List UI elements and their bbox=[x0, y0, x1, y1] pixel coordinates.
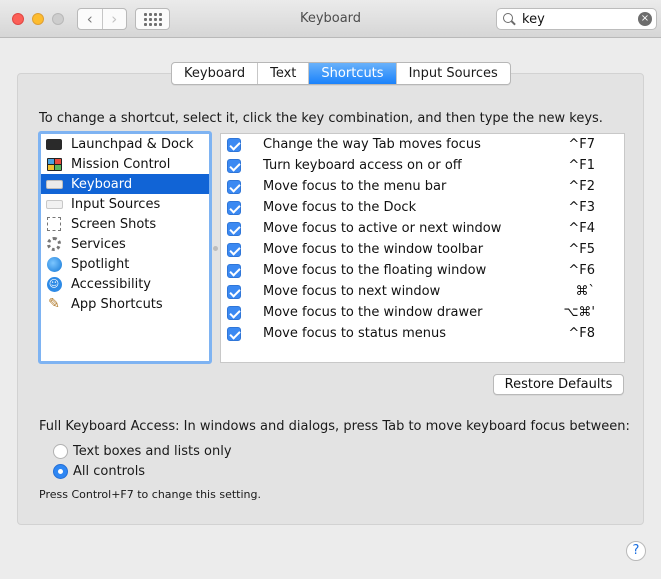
tab-bar: Keyboard Text Shortcuts Input Sources bbox=[171, 62, 511, 85]
category-label: Screen Shots bbox=[71, 216, 157, 232]
mission-control-icon bbox=[45, 157, 63, 172]
category-input-sources[interactable]: Input Sources bbox=[41, 194, 209, 214]
shortcut-row[interactable]: Move focus to next window ⌘` bbox=[221, 281, 624, 302]
shortcut-key[interactable]: ^F3 bbox=[568, 200, 595, 215]
shortcut-label: Move focus to the menu bar bbox=[263, 179, 447, 194]
category-label: App Shortcuts bbox=[71, 296, 163, 312]
radio-label: All controls bbox=[73, 464, 146, 479]
full-keyboard-access-label: Full Keyboard Access: In windows and dia… bbox=[39, 419, 630, 434]
shortcut-list[interactable]: Change the way Tab moves focus ^F7 Turn … bbox=[220, 133, 625, 363]
category-keyboard[interactable]: Keyboard bbox=[41, 174, 209, 194]
shortcut-key[interactable]: ^F7 bbox=[568, 137, 595, 152]
shortcut-row[interactable]: Move focus to the Dock ^F3 bbox=[221, 197, 624, 218]
category-list[interactable]: Launchpad & Dock Mission Control Keyboar… bbox=[38, 131, 212, 364]
radio-label: Text boxes and lists only bbox=[73, 444, 232, 459]
shortcut-row[interactable]: Turn keyboard access on or off ^F1 bbox=[221, 155, 624, 176]
shortcut-checkbox[interactable] bbox=[227, 200, 241, 215]
clear-search-icon[interactable]: × bbox=[638, 12, 652, 26]
shortcut-row[interactable]: Move focus to the menu bar ^F2 bbox=[221, 176, 624, 197]
accessibility-icon: ☺ bbox=[45, 276, 63, 292]
shortcut-label: Move focus to the Dock bbox=[263, 200, 417, 215]
category-label: Input Sources bbox=[71, 196, 161, 212]
category-launchpad-dock[interactable]: Launchpad & Dock bbox=[41, 134, 209, 154]
shortcut-key[interactable]: ^F2 bbox=[568, 179, 595, 194]
shortcut-key[interactable]: ⌘` bbox=[576, 284, 596, 299]
tab-keyboard[interactable]: Keyboard bbox=[172, 63, 257, 84]
shortcut-checkbox[interactable] bbox=[227, 158, 241, 173]
category-label: Launchpad & Dock bbox=[71, 136, 194, 152]
shortcut-key[interactable]: ⌥⌘' bbox=[563, 305, 595, 320]
radio-button[interactable] bbox=[53, 464, 68, 479]
category-label: Services bbox=[71, 236, 126, 252]
shortcut-row[interactable]: Change the way Tab moves focus ^F7 bbox=[221, 134, 624, 155]
shortcut-row[interactable]: Move focus to the window drawer ⌥⌘' bbox=[221, 302, 624, 323]
shortcut-key[interactable]: ^F5 bbox=[568, 242, 595, 257]
shortcut-label: Change the way Tab moves focus bbox=[263, 137, 481, 152]
category-screen-shots[interactable]: Screen Shots bbox=[41, 214, 209, 234]
keyboard-icon bbox=[45, 177, 63, 192]
search-field[interactable]: × bbox=[496, 8, 657, 30]
tab-text[interactable]: Text bbox=[257, 63, 308, 84]
shortcut-checkbox[interactable] bbox=[227, 137, 241, 152]
launchpad-icon bbox=[45, 137, 63, 152]
radio-button[interactable] bbox=[53, 444, 68, 459]
help-button[interactable]: ? bbox=[626, 541, 646, 561]
radio-text-boxes-only[interactable]: Text boxes and lists only bbox=[53, 444, 232, 459]
category-spotlight[interactable]: Spotlight bbox=[41, 254, 209, 274]
shortcut-key[interactable]: ^F6 bbox=[568, 263, 595, 278]
split-view-handle[interactable] bbox=[213, 246, 218, 251]
shortcut-key[interactable]: ^F4 bbox=[568, 221, 595, 236]
category-accessibility[interactable]: ☺ Accessibility bbox=[41, 274, 209, 294]
shortcut-label: Move focus to the window toolbar bbox=[263, 242, 484, 257]
category-label: Accessibility bbox=[71, 276, 151, 292]
title-bar: ‹ › Keyboard × bbox=[0, 0, 661, 38]
instruction-text: To change a shortcut, select it, click t… bbox=[39, 111, 603, 126]
search-icon bbox=[503, 12, 516, 26]
shortcut-checkbox[interactable] bbox=[227, 221, 241, 236]
shortcut-label: Move focus to the floating window bbox=[263, 263, 487, 278]
shortcut-row[interactable]: Move focus to the floating window ^F6 bbox=[221, 260, 624, 281]
services-gear-icon bbox=[45, 237, 63, 252]
shortcut-label: Move focus to status menus bbox=[263, 326, 446, 341]
tab-input-sources[interactable]: Input Sources bbox=[395, 63, 510, 84]
shortcut-label: Move focus to next window bbox=[263, 284, 441, 299]
keyboard-access-hint: Press Control+F7 to change this setting. bbox=[39, 488, 261, 501]
screenshot-icon bbox=[45, 217, 63, 232]
shortcut-label: Move focus to active or next window bbox=[263, 221, 502, 236]
category-label: Mission Control bbox=[71, 156, 171, 172]
category-services[interactable]: Services bbox=[41, 234, 209, 254]
app-shortcuts-icon: ✎ bbox=[48, 295, 60, 312]
shortcut-checkbox[interactable] bbox=[227, 305, 241, 320]
category-label: Spotlight bbox=[71, 256, 130, 272]
category-app-shortcuts[interactable]: ✎ App Shortcuts bbox=[41, 294, 209, 314]
shortcut-checkbox[interactable] bbox=[227, 263, 241, 278]
restore-defaults-button[interactable]: Restore Defaults bbox=[493, 374, 624, 395]
category-label: Keyboard bbox=[71, 176, 133, 192]
shortcut-key[interactable]: ^F1 bbox=[568, 158, 595, 173]
search-input[interactable] bbox=[522, 11, 638, 27]
radio-all-controls[interactable]: All controls bbox=[53, 464, 145, 479]
shortcut-label: Move focus to the window drawer bbox=[263, 305, 483, 320]
shortcut-checkbox[interactable] bbox=[227, 242, 241, 257]
shortcut-label: Turn keyboard access on or off bbox=[263, 158, 462, 173]
shortcut-row[interactable]: Move focus to active or next window ^F4 bbox=[221, 218, 624, 239]
input-sources-icon bbox=[45, 197, 63, 212]
shortcut-checkbox[interactable] bbox=[227, 284, 241, 299]
shortcut-row[interactable]: Move focus to the window toolbar ^F5 bbox=[221, 239, 624, 260]
shortcut-checkbox[interactable] bbox=[227, 179, 241, 194]
shortcut-checkbox[interactable] bbox=[227, 326, 241, 341]
tab-shortcuts[interactable]: Shortcuts bbox=[308, 63, 396, 84]
shortcut-row[interactable]: Move focus to status menus ^F8 bbox=[221, 323, 624, 344]
shortcut-key[interactable]: ^F8 bbox=[568, 326, 595, 341]
spotlight-icon bbox=[45, 256, 63, 272]
category-mission-control[interactable]: Mission Control bbox=[41, 154, 209, 174]
